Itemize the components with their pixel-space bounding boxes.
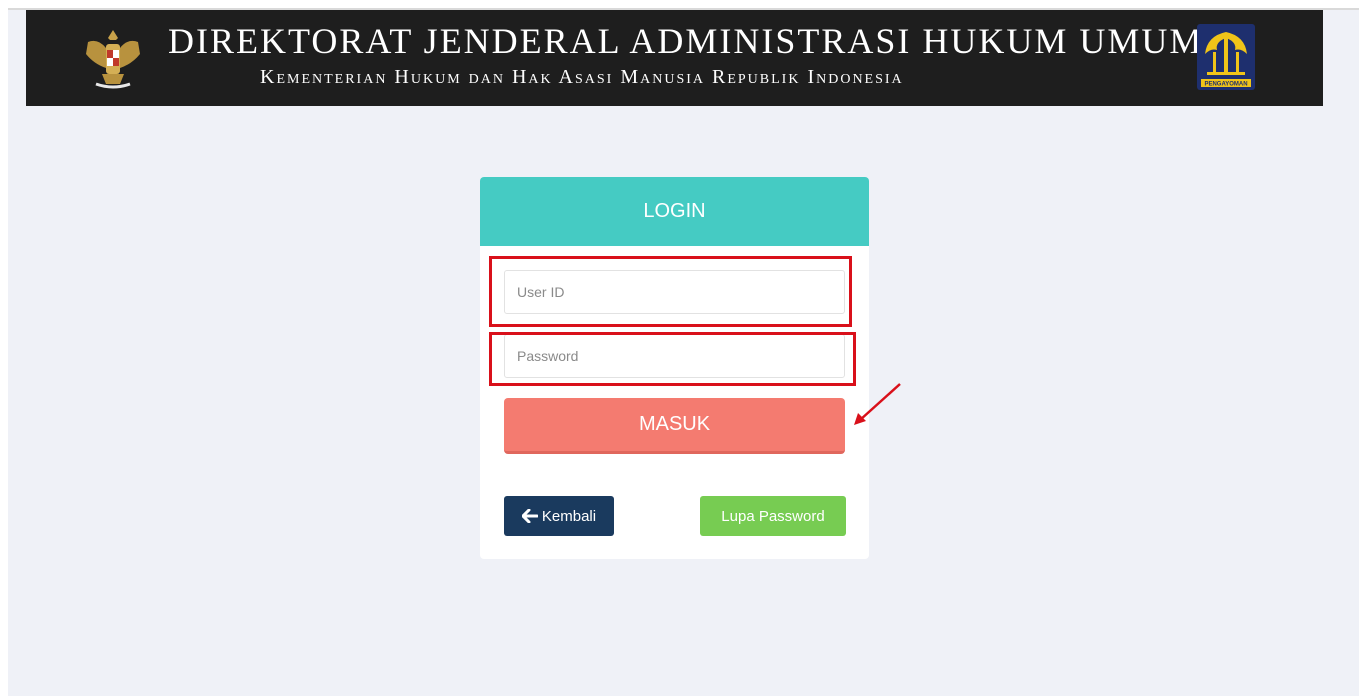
- header-banner: DIREKTORAT JENDERAL ADMINISTRASI HUKUM U…: [26, 10, 1323, 106]
- pengayoman-label: PENGAYOMAN: [1204, 82, 1247, 88]
- garuda-emblem-icon: [86, 30, 140, 89]
- login-header: LOGIN: [480, 177, 869, 246]
- kembali-button[interactable]: Kembali: [504, 496, 614, 536]
- banner-subtitle: Kementerian Hukum dan Hak Asasi Manusia …: [260, 66, 904, 88]
- lupa-password-button[interactable]: Lupa Password: [700, 496, 846, 536]
- kembali-label: Kembali: [541, 507, 597, 525]
- password-highlight-box: [489, 332, 856, 386]
- red-arrow-annotation-icon: [854, 383, 901, 425]
- banner-title: DIREKTORAT JENDERAL ADMINISTRASI HUKUM U…: [168, 21, 1204, 61]
- user-id-highlight-box: [489, 256, 852, 327]
- arrow-left-icon: [521, 509, 538, 523]
- masuk-button[interactable]: MASUK: [504, 398, 845, 454]
- pengayoman-logo-icon: PENGAYOMAN: [1197, 24, 1255, 90]
